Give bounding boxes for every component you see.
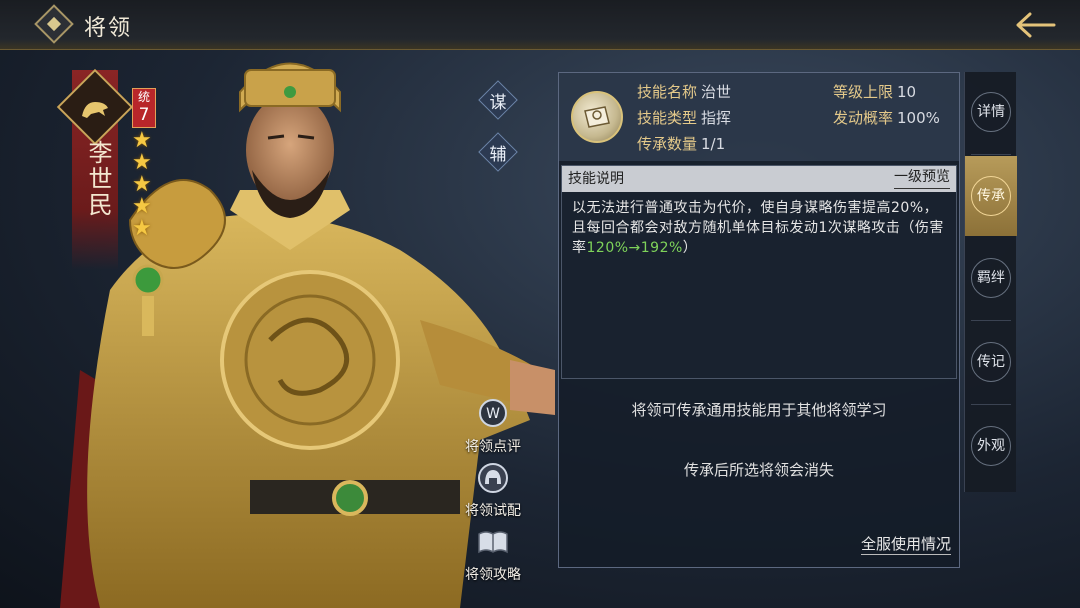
tab-appearance[interactable]: 外观 bbox=[965, 406, 1017, 486]
hero-portrait bbox=[40, 40, 570, 608]
skill-description-header: 技能说明 一级预览 bbox=[562, 166, 956, 192]
tab-bonds[interactable]: 羁绊 bbox=[965, 238, 1017, 318]
helmet-icon bbox=[478, 463, 508, 493]
skill-type-row: 技能类型 指挥 bbox=[637, 109, 732, 127]
hero-name: 李世民 bbox=[84, 140, 112, 218]
server-usage-link[interactable]: 全服使用情况 bbox=[860, 533, 951, 555]
star-icon: ★ bbox=[132, 216, 152, 241]
trigger-rate-row: 发动概率 100% bbox=[833, 109, 940, 127]
skill-icon[interactable] bbox=[571, 91, 623, 143]
book-icon bbox=[478, 531, 508, 554]
inherit-warning: 传承后所选将领会消失 bbox=[683, 461, 834, 479]
skill-description-text: 以无法进行普通攻击为代价，使自身谋略伤害提高20%，且每回合都会对敌方随机单体目… bbox=[572, 200, 944, 256]
menu-diamond-icon bbox=[34, 4, 74, 44]
star-icon: ★ bbox=[132, 150, 152, 175]
back-button[interactable] bbox=[1014, 8, 1058, 42]
tag-strategy[interactable]: 谋 bbox=[478, 80, 518, 120]
tag-support[interactable]: 辅 bbox=[478, 132, 518, 172]
svg-text:W: W bbox=[486, 406, 500, 422]
tab-biography[interactable]: 传记 bbox=[965, 322, 1017, 402]
hero-guide-button[interactable]: 将领攻略 bbox=[455, 526, 531, 584]
tab-inherit[interactable]: 传承 bbox=[965, 156, 1017, 236]
star-icon: ★ bbox=[132, 128, 152, 153]
stat-value: 7 bbox=[138, 105, 150, 125]
hero-illustration bbox=[60, 62, 555, 608]
skill-panel: 技能名称 治世 技能类型 指挥 传承数量 1/1 等级上限 10 发动概率 100% 技能… bbox=[558, 72, 960, 568]
star-icon: ★ bbox=[132, 172, 152, 197]
stat-label: 统 bbox=[137, 90, 150, 104]
skill-header: 技能名称 治世 技能类型 指挥 传承数量 1/1 等级上限 10 发动概率 100% bbox=[559, 73, 959, 161]
back-arrow-icon bbox=[1016, 12, 1056, 38]
hero-trial-button[interactable]: 将领试配 bbox=[455, 462, 531, 520]
skill-count-row: 传承数量 1/1 bbox=[637, 135, 726, 153]
inherit-note: 将领可传承通用技能用于其他将领学习 bbox=[631, 401, 887, 419]
tab-details[interactable]: 详情 bbox=[965, 72, 1017, 152]
scroll-icon bbox=[584, 106, 610, 128]
page-title: 将领 bbox=[84, 16, 133, 41]
star-icon: ★ bbox=[132, 194, 152, 219]
max-level-row: 等级上限 10 bbox=[833, 83, 917, 101]
qilin-icon bbox=[76, 88, 114, 126]
hero-review-button[interactable]: W 将领点评 bbox=[455, 398, 531, 456]
skill-name-row: 技能名称 治世 bbox=[637, 83, 732, 101]
skill-description-box: 技能说明 一级预览 以无法进行普通攻击为代价，使自身谋略伤害提高20%，且每回合… bbox=[561, 165, 957, 379]
star-rating: ★ ★ ★ ★ ★ bbox=[132, 130, 158, 240]
command-stat-badge: 统 7 bbox=[132, 88, 156, 128]
right-tab-bar: 详情 传承 羁绊 传记 外观 bbox=[964, 72, 1017, 492]
review-icon: W bbox=[479, 399, 507, 427]
level-preview-link[interactable]: 一级预览 bbox=[894, 166, 950, 189]
